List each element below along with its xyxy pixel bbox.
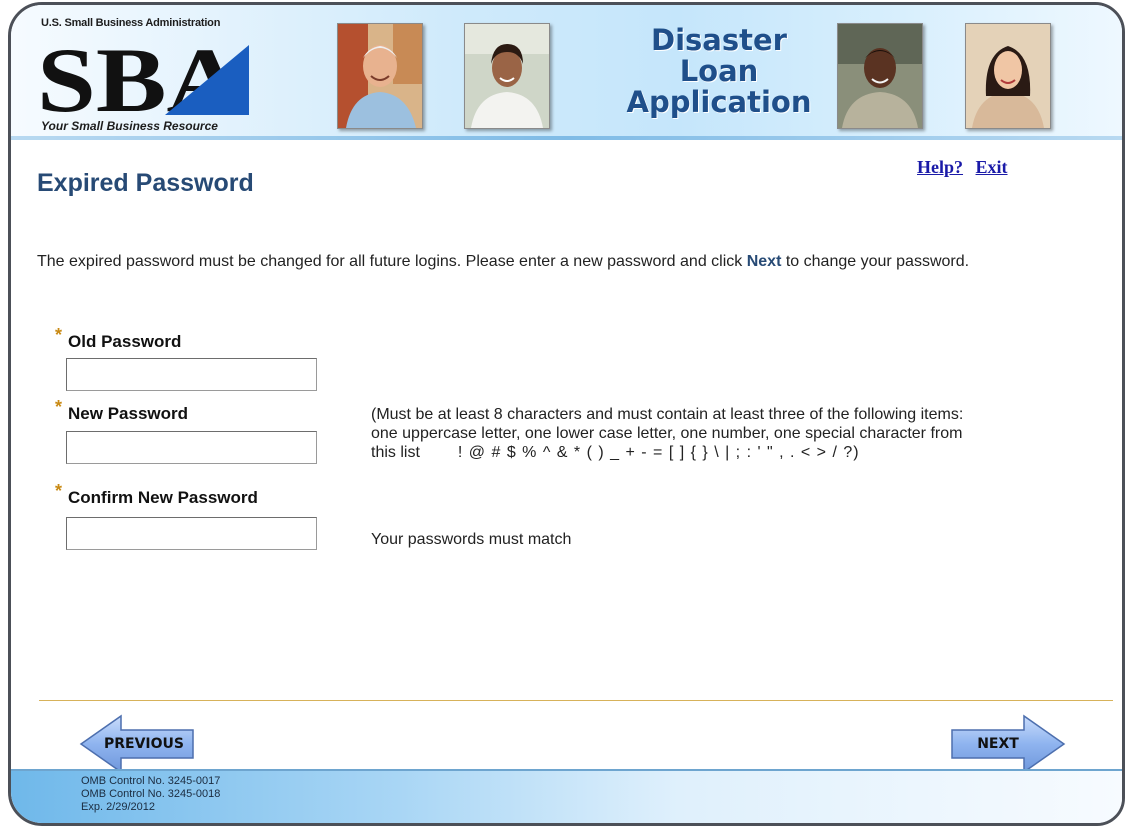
person-photo-2 bbox=[464, 23, 550, 129]
previous-button[interactable]: PREVIOUS bbox=[79, 714, 197, 774]
new-password-label-text: New Password bbox=[68, 404, 189, 423]
password-rules-line-1: (Must be at least 8 characters and must … bbox=[371, 406, 964, 423]
title-line-3: Application bbox=[626, 85, 812, 119]
exit-link[interactable]: Exit bbox=[976, 157, 1008, 177]
previous-label: PREVIOUS bbox=[103, 736, 184, 752]
password-rules-line-3: this list ! @ # $ % ^ & * ( ) _ + - = [ ]… bbox=[371, 443, 1091, 462]
title-line-2: Loan bbox=[679, 54, 759, 88]
new-password-label: * New Password bbox=[55, 397, 189, 424]
footer-bar: OMB Control No. 3245-0017 OMB Control No… bbox=[11, 769, 1122, 823]
password-rules: (Must be at least 8 characters and must … bbox=[371, 405, 1091, 462]
instructions-next-word: Next bbox=[746, 253, 782, 270]
password-rules-line-2: one uppercase letter, one lower case let… bbox=[371, 425, 963, 442]
sba-logo-icon: SBA bbox=[37, 37, 249, 119]
omb-control-line-1: OMB Control No. 3245-0017 bbox=[81, 775, 221, 787]
banner-divider bbox=[11, 136, 1122, 140]
omb-control-info: OMB Control No. 3245-0017 OMB Control No… bbox=[81, 775, 220, 814]
required-marker: * bbox=[55, 325, 63, 345]
sba-logo: U.S. Small Business Administration SBA Y… bbox=[33, 13, 255, 133]
header-links: Help? Exit bbox=[917, 157, 1016, 178]
special-characters-list: ! @ # $ % ^ & * ( ) _ + - = [ ] { } \ | … bbox=[457, 444, 860, 461]
section-divider bbox=[39, 700, 1113, 701]
omb-expiration: Exp. 2/29/2012 bbox=[81, 801, 156, 813]
page-title: Expired Password bbox=[37, 169, 254, 197]
old-password-label: * Old Password bbox=[55, 325, 182, 352]
person-photo-4 bbox=[965, 23, 1051, 129]
old-password-input[interactable] bbox=[66, 358, 317, 391]
application-title: Disaster Loan Application bbox=[623, 25, 815, 118]
application-frame: U.S. Small Business Administration SBA Y… bbox=[8, 2, 1125, 826]
logo-tagline: Your Small Business Resource bbox=[41, 119, 218, 133]
password-rules-prefix: this list bbox=[371, 444, 420, 461]
confirm-password-label-text: Confirm New Password bbox=[68, 488, 258, 507]
confirm-password-input[interactable] bbox=[66, 517, 317, 550]
next-label: NEXT bbox=[977, 736, 1019, 752]
instructions-after: to change your password. bbox=[781, 253, 970, 270]
next-button[interactable]: NEXT bbox=[948, 714, 1066, 774]
person-photo-1 bbox=[337, 23, 423, 129]
new-password-input[interactable] bbox=[66, 431, 317, 464]
required-marker: * bbox=[55, 481, 63, 501]
logo-agency-name: U.S. Small Business Administration bbox=[41, 17, 221, 29]
instructions-before: The expired password must be changed for… bbox=[37, 253, 747, 270]
password-match-note: Your passwords must match bbox=[371, 531, 572, 548]
title-line-1: Disaster bbox=[651, 23, 787, 57]
confirm-password-label: * Confirm New Password bbox=[55, 481, 258, 508]
omb-control-line-2: OMB Control No. 3245-0018 bbox=[81, 788, 221, 800]
help-link[interactable]: Help? bbox=[917, 157, 963, 177]
header-banner: U.S. Small Business Administration SBA Y… bbox=[11, 5, 1122, 141]
required-marker: * bbox=[55, 397, 63, 417]
old-password-label-text: Old Password bbox=[68, 332, 182, 351]
person-photo-3 bbox=[837, 23, 923, 129]
instructions-text: The expired password must be changed for… bbox=[37, 251, 1097, 272]
